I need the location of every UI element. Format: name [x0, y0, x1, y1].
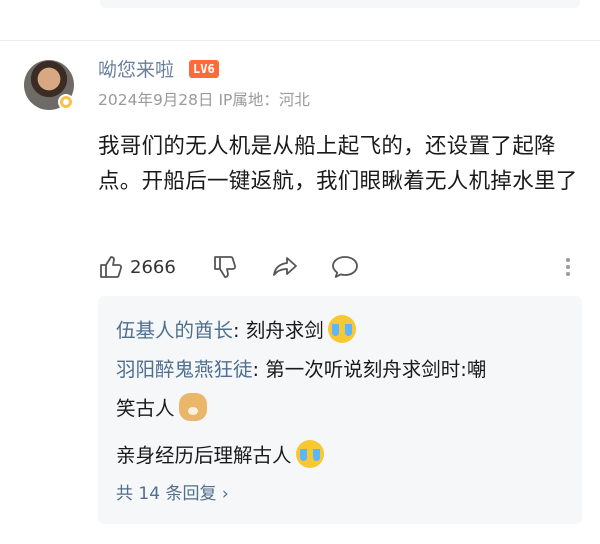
dislike-button[interactable] [212, 250, 238, 284]
crying-laughing-emoji-icon [327, 315, 356, 343]
comment-actions: 2666 [98, 250, 582, 284]
reply-text: 亲身经历后理解古人 [116, 444, 292, 467]
crying-laughing-emoji-icon [295, 440, 324, 468]
previous-reply-card [100, 0, 580, 8]
reply-item: 伍基人的酋长: 刻舟求剑 [116, 314, 356, 348]
comment-icon [332, 256, 358, 278]
reply-button[interactable] [331, 250, 359, 284]
comment-meta: 2024年9月28日 IP属地：河北 [98, 91, 310, 109]
reply-item: 羽阳醉鬼燕狂徒: 第一次听说刻舟求剑时:嘲 [116, 358, 487, 381]
reply-text: 第一次听说刻舟求剑时:嘲 [265, 358, 487, 381]
like-count: 2666 [130, 256, 176, 278]
level-badge: LV6 [189, 60, 219, 78]
comment-username[interactable]: 呦您来啦 [98, 58, 174, 82]
reply-preview-box[interactable]: 伍基人的酋长: 刻舟求剑 羽阳醉鬼燕狂徒: 第一次听说刻舟求剑时:嘲 笑古人 亲… [98, 296, 582, 524]
reply-text-continued: 笑古人 [116, 392, 207, 426]
doge-emoji-icon [178, 393, 207, 421]
comment-divider [0, 40, 600, 41]
thumbs-up-icon [100, 256, 123, 278]
share-button[interactable] [271, 250, 299, 284]
reply-item: 亲身经历后理解古人 [116, 439, 324, 473]
view-all-replies-link[interactable]: 共 14 条回复 › [116, 482, 229, 506]
thumbs-down-icon [214, 256, 237, 278]
reply-username[interactable]: 羽阳醉鬼燕狂徒 [116, 358, 253, 381]
share-icon [273, 257, 297, 276]
reply-text: 刻舟求剑 [245, 319, 324, 342]
more-icon [566, 258, 570, 276]
comment-text: 我哥们的无人机是从船上起飞的，还设置了起降点。开船后一键返航，我们眼瞅着无人机掉… [98, 134, 578, 194]
more-button[interactable] [562, 250, 574, 284]
verified-badge-icon [58, 94, 74, 110]
reply-username[interactable]: 伍基人的酋长 [116, 319, 233, 342]
like-button[interactable]: 2666 [98, 250, 176, 284]
